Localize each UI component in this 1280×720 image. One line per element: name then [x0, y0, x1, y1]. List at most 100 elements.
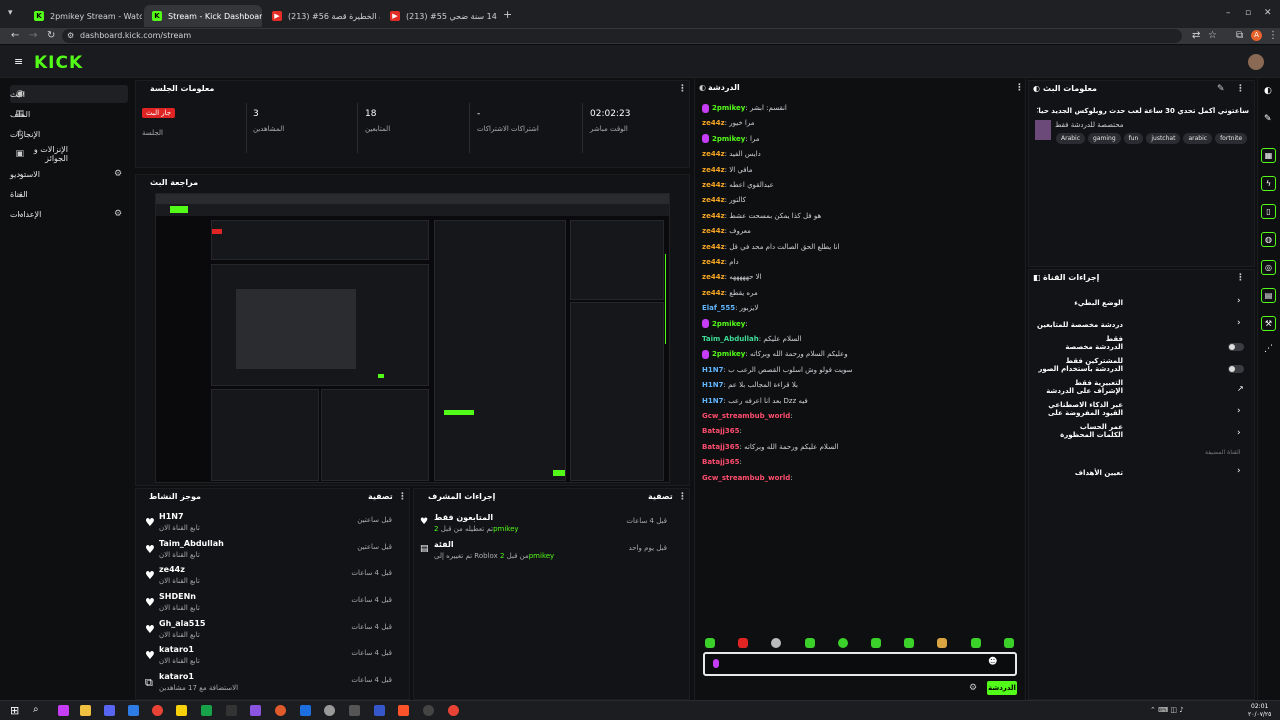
- more-options-icon[interactable]: ⋮: [1236, 270, 1245, 286]
- obs-icon[interactable]: [324, 705, 335, 716]
- rail-button-wrench[interactable]: ⚒: [1261, 316, 1276, 331]
- chat-username[interactable]: ze44z: [702, 181, 725, 189]
- app-icon[interactable]: [275, 705, 286, 716]
- activity-filter-button[interactable]: تصفية: [368, 489, 393, 505]
- edit-icon[interactable]: ✎: [1217, 81, 1225, 97]
- pencil-icon[interactable]: ✎: [1264, 114, 1272, 124]
- half-circle-icon[interactable]: ◐: [1264, 86, 1272, 96]
- app-icon[interactable]: [349, 705, 360, 716]
- translate-icon[interactable]: ⇄: [1192, 29, 1200, 43]
- discord-icon[interactable]: [104, 705, 115, 716]
- chat-username[interactable]: 2pmikey: [712, 135, 745, 143]
- chat-username[interactable]: ze44z: [702, 196, 725, 204]
- close-window-button[interactable]: ✕: [1264, 8, 1272, 18]
- capcut-icon[interactable]: [226, 705, 237, 716]
- app-icon[interactable]: [423, 705, 434, 716]
- chat-username[interactable]: ze44z: [702, 150, 725, 158]
- site-info-icon[interactable]: ⚙: [67, 29, 74, 43]
- search-icon[interactable]: ⌕: [33, 704, 39, 715]
- chrome-icon[interactable]: [448, 705, 459, 716]
- tab-youtube-56[interactable]: ▶ (213) #56 الخادمة الخطيرة قصة ×: [264, 5, 380, 27]
- gear-icon[interactable]: ⚙: [114, 169, 122, 179]
- url-input[interactable]: ⚙ dashboard.kick.com/stream: [62, 29, 1182, 43]
- tab-kick-dashboard[interactable]: K Stream - Kick Dashboard ×: [144, 5, 262, 27]
- emote[interactable]: [838, 638, 848, 648]
- chat-username[interactable]: ze44z: [702, 227, 725, 235]
- sidebar-item-settings[interactable]: ⌄ الإعدادات ⚙: [10, 205, 128, 223]
- sidebar-item-drops[interactable]: ▣ الإنزالات و الجوائز: [10, 145, 128, 163]
- chat-collapse-icon[interactable]: ◐: [699, 80, 706, 96]
- tag[interactable]: gaming: [1088, 133, 1121, 144]
- chat-username[interactable]: Gcw_streambub_world: [702, 412, 790, 420]
- account-age-item[interactable]: القيود المفروضة على عمر الحساب: [1033, 406, 1245, 431]
- kick-logo[interactable]: KICK: [34, 53, 83, 73]
- app-icon[interactable]: [128, 705, 139, 716]
- followers-only-item[interactable]: دردشة مخصصة للمتابعين فقط: [1033, 318, 1245, 343]
- rail-button-doc[interactable]: ▯: [1261, 204, 1276, 219]
- maximize-button[interactable]: ▫: [1245, 8, 1251, 18]
- more-options-icon[interactable]: ⋮: [1236, 81, 1245, 97]
- profile-avatar[interactable]: A: [1251, 30, 1262, 41]
- banned-words-item[interactable]: الكلمات المحظورة: [1033, 428, 1245, 442]
- more-options-icon[interactable]: ⋮: [678, 81, 687, 97]
- emote[interactable]: [705, 638, 715, 648]
- more-options-icon[interactable]: ⋮: [1015, 80, 1024, 96]
- app-icon[interactable]: [58, 705, 69, 716]
- rail-button-flash[interactable]: ϟ: [1261, 176, 1276, 191]
- sidebar-item-profile[interactable]: ▤ الملف: [10, 105, 128, 123]
- app-icon[interactable]: [300, 705, 311, 716]
- chat-username[interactable]: 2pmikey: [712, 350, 745, 358]
- chat-username[interactable]: ze44z: [702, 273, 725, 281]
- chat-username[interactable]: Gcw_streambub_world: [702, 474, 790, 482]
- new-tab-button[interactable]: +: [503, 8, 512, 21]
- app-icon[interactable]: [374, 705, 385, 716]
- chat-username[interactable]: 2pmikey: [712, 104, 745, 112]
- sidebar-item-achievements[interactable]: ♔ الإنجازات: [10, 125, 128, 143]
- bookmark-star-icon[interactable]: ☆: [1208, 29, 1217, 43]
- emotes-only-toggle[interactable]: [1228, 365, 1244, 373]
- clock[interactable]: 02:01 ٢٠/٠٧/٢٥: [1248, 703, 1271, 719]
- chat-username[interactable]: Taim_Abdullah: [702, 335, 759, 343]
- chat-username[interactable]: ze44z: [702, 258, 725, 266]
- tag[interactable]: arabic: [1183, 133, 1213, 144]
- chat-username[interactable]: ze44z: [702, 212, 725, 220]
- emote[interactable]: [805, 638, 815, 648]
- chat-username[interactable]: H1N7: [702, 381, 723, 389]
- chat-settings-icon[interactable]: ⚙: [969, 683, 977, 693]
- reload-icon[interactable]: ↻: [47, 29, 55, 43]
- tag[interactable]: justchat: [1146, 133, 1181, 144]
- emote[interactable]: [971, 638, 981, 648]
- more-options-icon[interactable]: ⋮: [398, 489, 407, 505]
- rail-button-mod[interactable]: ▦: [1261, 148, 1276, 163]
- tag[interactable]: fun: [1123, 133, 1144, 144]
- chevron-right-icon[interactable]: ›: [1237, 318, 1241, 328]
- chat-username[interactable]: ze44z: [702, 119, 725, 127]
- rail-button-print[interactable]: ▤: [1261, 288, 1276, 303]
- hamburger-menu-icon[interactable]: ≡: [14, 55, 23, 68]
- sidebar-item-studio[interactable]: ⌄ الاستوديو ⚙: [10, 165, 128, 183]
- chevron-right-icon[interactable]: ›: [1237, 406, 1241, 416]
- chat-username[interactable]: H1N7: [702, 397, 723, 405]
- app-icon[interactable]: [176, 705, 187, 716]
- emoji-picker-icon[interactable]: ☻: [988, 657, 997, 667]
- rail-button-broadcast[interactable]: ◎: [1261, 260, 1276, 275]
- emote[interactable]: [738, 638, 748, 648]
- start-icon[interactable]: ⊞: [10, 704, 19, 717]
- tag[interactable]: Arabic: [1056, 133, 1086, 144]
- emote[interactable]: [904, 638, 914, 648]
- forward-icon[interactable]: →: [29, 29, 37, 43]
- chat-username[interactable]: Batajj365: [702, 427, 740, 435]
- external-link-icon[interactable]: ↗: [1237, 384, 1244, 393]
- slow-mode-item[interactable]: الوضع البطيء: [1033, 296, 1245, 310]
- browser-menu-icon[interactable]: ⋮: [1268, 29, 1278, 43]
- chat-username[interactable]: Batajj365: [702, 458, 740, 466]
- more-options-icon[interactable]: ⋮: [678, 489, 687, 505]
- chevron-right-icon[interactable]: ›: [1237, 466, 1241, 476]
- folder-icon[interactable]: [80, 705, 91, 716]
- chat-username[interactable]: Elaf_555: [702, 304, 735, 312]
- sidebar-item-channel[interactable]: ⌄ القناة: [10, 185, 128, 203]
- ai-moderation-item[interactable]: الإشراف على الدردشة عبر الذكاء الاصطناعي: [1033, 384, 1245, 409]
- minimize-button[interactable]: –: [1226, 8, 1231, 18]
- tab-search-icon[interactable]: ▾: [8, 8, 13, 18]
- chat-username[interactable]: ze44z: [702, 166, 725, 174]
